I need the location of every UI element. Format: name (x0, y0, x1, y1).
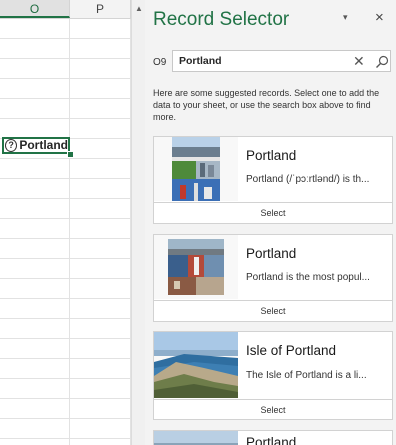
record-thumbnail (154, 431, 238, 445)
record-card[interactable]: Isle of Portland The Isle of Portland is… (153, 331, 393, 420)
fill-handle[interactable] (67, 151, 74, 158)
record-selector-pane: Record Selector ▾ × O9 ✕ Here are some s… (145, 0, 396, 445)
record-card-body[interactable]: Isle of Portland The Isle of Portland is… (154, 332, 392, 398)
record-title: Portland (246, 246, 297, 261)
pane-title: Record Selector (153, 9, 290, 30)
cell-reference: O9 (153, 57, 167, 68)
record-card[interactable]: Portland (153, 430, 393, 445)
worksheet[interactable]: O P ? Portland (0, 0, 131, 445)
column-header-o[interactable]: O (0, 0, 70, 18)
record-card[interactable]: Portland Portland is the most popul... S… (153, 234, 393, 322)
record-description: The Isle of Portland is a li... (246, 370, 367, 381)
intro-text: Here are some suggested records. Select … (153, 88, 380, 122)
record-description: Portland (/ˈpɔːrtlənd/) is th... (246, 174, 370, 185)
record-card[interactable]: Portland Portland (/ˈpɔːrtlənd/) is th..… (153, 136, 393, 224)
record-thumbnail (154, 332, 238, 398)
record-thumbnail (154, 235, 238, 299)
data-type-question-icon[interactable]: ? (5, 139, 18, 152)
record-title: Portland (246, 148, 297, 163)
record-description: Portland is the most popul... (246, 272, 370, 283)
search-icon[interactable] (374, 54, 390, 70)
vertical-scrollbar[interactable]: ▲ (131, 0, 145, 445)
active-cell-value: Portland (19, 138, 68, 152)
select-record-button[interactable]: Select (154, 300, 392, 322)
cell-grid[interactable] (0, 19, 131, 445)
select-record-button[interactable]: Select (154, 202, 392, 224)
record-title: Isle of Portland (246, 343, 337, 358)
pane-options-chevron-icon[interactable]: ▾ (343, 12, 348, 23)
clear-icon[interactable]: ✕ (353, 53, 365, 69)
column-headers: O P (0, 0, 131, 19)
record-title: Portland (246, 435, 297, 445)
select-record-button[interactable]: Select (154, 399, 392, 421)
search-box[interactable]: ✕ (172, 50, 391, 72)
record-card-body[interactable]: Portland Portland (/ˈpɔːrtlənd/) is th..… (154, 137, 392, 201)
column-header-p[interactable]: P (70, 0, 131, 18)
active-cell[interactable]: ? Portland (2, 137, 70, 154)
search-input[interactable] (179, 53, 339, 69)
pane-close-icon[interactable]: × (375, 9, 384, 26)
record-card-body[interactable]: Portland Portland is the most popul... (154, 235, 392, 299)
record-thumbnail (154, 137, 238, 201)
scroll-up-arrow-icon[interactable]: ▲ (132, 2, 146, 16)
